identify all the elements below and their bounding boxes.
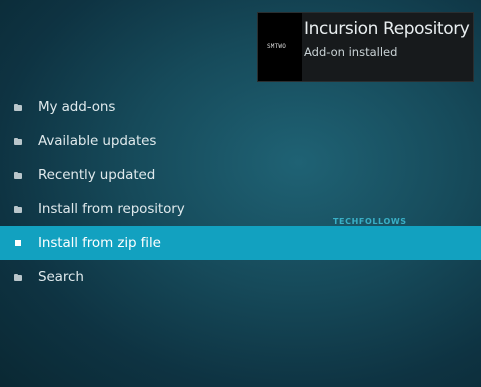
menu-item-label: Recently updated — [38, 167, 156, 183]
addon-thumbnail: SMTWO — [258, 13, 302, 81]
addon-thumbnail-text: SMTWO — [267, 43, 287, 50]
folder-icon — [14, 171, 22, 179]
notification-body: Incursion Repository Add-on installed — [302, 13, 470, 81]
folder-icon — [14, 205, 22, 213]
menu-item-label: My add-ons — [38, 99, 116, 115]
folder-icon — [14, 137, 22, 145]
menu-item-label: Install from zip file — [38, 235, 161, 251]
menu-item-my-addons[interactable]: My add-ons — [0, 90, 481, 124]
square-icon — [14, 239, 22, 247]
notification-toast: SMTWO Incursion Repository Add-on instal… — [257, 12, 474, 82]
notification-subtitle: Add-on installed — [304, 45, 398, 59]
addon-menu: My add-ons Available updates Recently up… — [0, 90, 481, 294]
folder-icon — [14, 273, 22, 281]
menu-item-install-from-zip[interactable]: Install from zip file — [0, 226, 481, 260]
menu-item-label: Available updates — [38, 133, 157, 149]
watermark: TECHFOLLOWS — [333, 217, 407, 226]
menu-item-install-from-repository[interactable]: Install from repository — [0, 192, 481, 226]
menu-item-available-updates[interactable]: Available updates — [0, 124, 481, 158]
menu-item-recently-updated[interactable]: Recently updated — [0, 158, 481, 192]
folder-icon — [14, 103, 22, 111]
notification-title: Incursion Repository — [304, 19, 470, 39]
menu-item-search[interactable]: Search — [0, 260, 481, 294]
menu-item-label: Install from repository — [38, 201, 185, 217]
menu-item-label: Search — [38, 269, 84, 285]
